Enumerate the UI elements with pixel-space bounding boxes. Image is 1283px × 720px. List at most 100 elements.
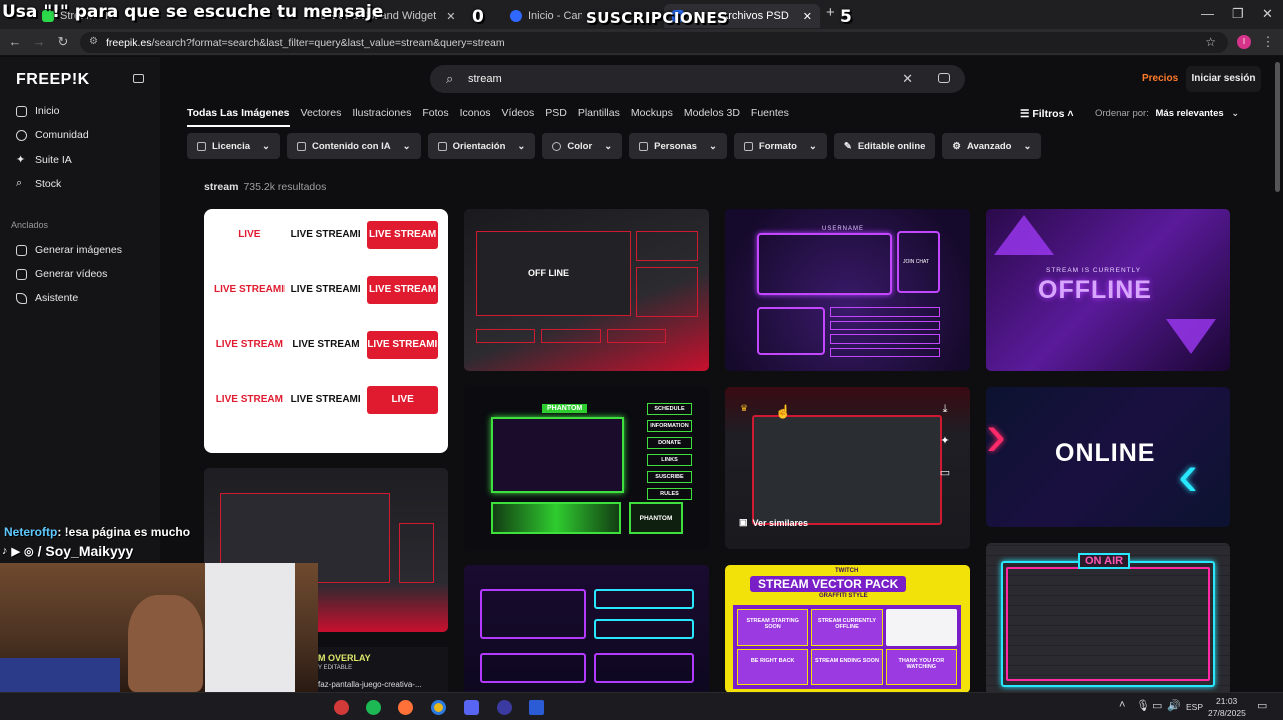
camera-search-icon[interactable] bbox=[938, 73, 950, 83]
palette-icon bbox=[552, 141, 562, 151]
maximize-button[interactable]: ❐ bbox=[1232, 6, 1244, 22]
notifications-icon[interactable]: ▭ bbox=[1257, 699, 1267, 712]
word-icon[interactable] bbox=[529, 700, 544, 715]
language-indicator[interactable]: ESP bbox=[1186, 702, 1203, 712]
spotify-icon[interactable] bbox=[366, 700, 381, 715]
mic-icon[interactable]: 🎙 bbox=[1136, 699, 1150, 712]
collapse-sidebar-icon[interactable] bbox=[133, 74, 144, 83]
result-thumb-phantom-green[interactable]: PHANTOM SCHEDULE INFORMATION DONATE LINKS SU… bbox=[464, 387, 709, 549]
download-chip[interactable]: faz-pantalla-juego-creativa-... bbox=[318, 680, 422, 689]
pack-card-grid: STREAM STARTING SOON STREAM CURRENTLY OFF… bbox=[733, 605, 961, 689]
filter-label: Editable online bbox=[857, 140, 926, 152]
result-thumb-hover[interactable]: ♛ ⤓ ✦ ▭ ▣ Ver similares ☝ bbox=[725, 387, 970, 549]
offline-label: OFF LINE bbox=[528, 268, 569, 278]
chevron-down-icon: ⌄ bbox=[262, 140, 270, 152]
side-menu: SCHEDULE INFORMATION DONATE LINKS SUSCRIBE RU… bbox=[647, 403, 692, 500]
pricing-link[interactable]: Precios bbox=[1142, 73, 1178, 84]
back-button[interactable]: ← bbox=[6, 34, 24, 49]
save-collection-icon[interactable]: ▭ bbox=[936, 466, 954, 484]
browser-tab[interactable]: Inicio - Canva bbox=[502, 4, 582, 28]
tab-ilustraciones[interactable]: Ilustraciones bbox=[352, 107, 411, 127]
filter-contenido-ia[interactable]: Contenido con IA ⌄ bbox=[287, 133, 421, 159]
close-window-button[interactable]: ✕ bbox=[1262, 6, 1273, 22]
browser-menu-icon[interactable]: ⋮ bbox=[1259, 34, 1277, 50]
result-thumb-offline-neon[interactable]: STREAM IS CURRENTLY OFFLINE bbox=[986, 209, 1230, 371]
file-format-icon bbox=[743, 141, 753, 151]
tab-fuentes[interactable]: Fuentes bbox=[751, 107, 789, 127]
result-thumb-vector-pack[interactable]: TWITCH STREAM VECTOR PACK GRAFFITI STYLE… bbox=[725, 565, 970, 693]
volume-icon[interactable]: 🔊 bbox=[1167, 699, 1181, 712]
live-badge: LIVE STREAMING bbox=[290, 229, 362, 240]
freepik-logo[interactable]: FREEP!K bbox=[16, 71, 90, 89]
vscode-icon[interactable] bbox=[464, 700, 479, 715]
download-icon[interactable]: ⤓ bbox=[936, 403, 954, 421]
tab-plantillas[interactable]: Plantillas bbox=[578, 107, 620, 127]
obs-icon[interactable] bbox=[334, 700, 349, 715]
filter-editable-online[interactable]: ✎ Editable online bbox=[833, 133, 936, 159]
sidebar-item-comunidad[interactable]: Comunidad bbox=[16, 129, 89, 141]
network-icon[interactable]: ▭ bbox=[1152, 699, 1162, 712]
clock-date[interactable]: 27/8/2025 bbox=[1208, 708, 1246, 718]
bookmark-star-icon[interactable]: ☆ bbox=[1205, 35, 1216, 49]
result-thumb-offline-red[interactable]: OFF LINE bbox=[464, 209, 709, 371]
sidebar-item-generar-videos[interactable]: Generar vídeos bbox=[16, 268, 107, 280]
tray-chevron-icon[interactable]: ˄ bbox=[1119, 699, 1125, 711]
tab-vectores[interactable]: Vectores bbox=[301, 107, 342, 127]
filter-formato[interactable]: Formato ⌄ bbox=[733, 133, 827, 159]
bar-stack bbox=[830, 307, 940, 357]
sidebar-item-stock[interactable]: ⌕ Stock bbox=[16, 177, 61, 190]
result-thumb-live-badges[interactable]: LIVE LIVE STREAMING LIVE STREAM LIVE STREAM… bbox=[204, 209, 448, 453]
chrome-icon[interactable] bbox=[431, 700, 446, 715]
login-button[interactable]: Iniciar sesión bbox=[1186, 66, 1261, 92]
results-query: stream bbox=[204, 181, 239, 193]
result-thumb-on-air[interactable]: ON AIR bbox=[986, 543, 1230, 695]
profile-avatar[interactable]: I bbox=[1237, 35, 1251, 49]
search-input[interactable]: ⌕ stream ✕ bbox=[430, 65, 965, 93]
filter-color[interactable]: Color ⌄ bbox=[542, 133, 623, 159]
site-info-icon[interactable]: ⚙ bbox=[89, 36, 98, 47]
filter-bar: Licencia ⌄ Contenido con IA ⌄ Orientación ⌄… bbox=[187, 133, 1042, 159]
forward-button[interactable]: → bbox=[30, 34, 48, 49]
page-scrollbar[interactable] bbox=[1275, 62, 1280, 192]
tab-iconos[interactable]: Iconos bbox=[460, 107, 491, 127]
url-field[interactable]: ⚙ freepik.es /search?format=search&last_… bbox=[80, 32, 1228, 53]
pack-top-label: TWITCH bbox=[835, 568, 859, 574]
filter-personas[interactable]: Personas ⌄ bbox=[629, 133, 727, 159]
reload-button[interactable]: ↻ bbox=[54, 34, 72, 50]
result-thumb-purple-frames[interactable]: USERNAME JOIN CHAT bbox=[725, 209, 970, 371]
live-badge: LIVE STREAMING bbox=[290, 284, 362, 295]
sidebar-item-inicio[interactable]: Inicio bbox=[16, 105, 60, 117]
pack-photo-card bbox=[885, 609, 957, 646]
live-badge: LIVE STREAM bbox=[367, 276, 438, 304]
filter-orientacion[interactable]: Orientación ⌄ bbox=[427, 133, 536, 159]
tab-mockups[interactable]: Mockups bbox=[631, 107, 673, 127]
tab-modelos-3d[interactable]: Modelos 3D bbox=[684, 107, 740, 127]
result-thumb-online-neon[interactable]: › ‹ ONLINE bbox=[986, 387, 1230, 527]
ver-similares-button[interactable]: ▣ Ver similares bbox=[739, 517, 808, 528]
tab-videos[interactable]: Vídeos bbox=[502, 107, 535, 127]
menu-pill: LINKS bbox=[647, 454, 692, 466]
triangle-left bbox=[994, 215, 1054, 255]
sort-value: Más relevantes bbox=[1155, 108, 1224, 119]
filters-toggle[interactable]: ☰ Filtros ˄ bbox=[1020, 108, 1074, 120]
tab-todas[interactable]: Todas Las Imágenes bbox=[187, 107, 290, 127]
ai-edit-icon[interactable]: ✦ bbox=[936, 434, 954, 452]
sidebar-item-asistente[interactable]: Asistente bbox=[16, 292, 78, 304]
tab-close-icon[interactable]: ✕ bbox=[446, 10, 455, 23]
new-tab-button[interactable]: + bbox=[826, 4, 835, 21]
webcam-bed bbox=[0, 658, 120, 692]
filter-licencia[interactable]: Licencia ⌄ bbox=[187, 133, 280, 159]
sidebar-item-suite-ia[interactable]: ✦ Suite IA bbox=[16, 153, 72, 167]
filter-avanzado[interactable]: ⚙ Avanzado ⌄ bbox=[942, 133, 1042, 159]
sort-dropdown[interactable]: Ordenar por: Más relevantes ⌄ bbox=[1095, 108, 1239, 119]
tab-psd[interactable]: PSD bbox=[545, 107, 567, 127]
clock-time[interactable]: 21:03 bbox=[1216, 696, 1237, 706]
sidebar-item-generar-imagenes[interactable]: Generar imágenes bbox=[16, 244, 122, 256]
tab-fotos[interactable]: Fotos bbox=[422, 107, 448, 127]
result-thumb-purple-bottom[interactable] bbox=[464, 565, 709, 695]
minimize-button[interactable]: — bbox=[1201, 6, 1214, 21]
app-icon[interactable] bbox=[497, 700, 512, 715]
firefox-icon[interactable] bbox=[398, 700, 413, 715]
clear-search-icon[interactable]: ✕ bbox=[902, 71, 913, 87]
tab-close-icon[interactable]: ✕ bbox=[803, 10, 812, 23]
